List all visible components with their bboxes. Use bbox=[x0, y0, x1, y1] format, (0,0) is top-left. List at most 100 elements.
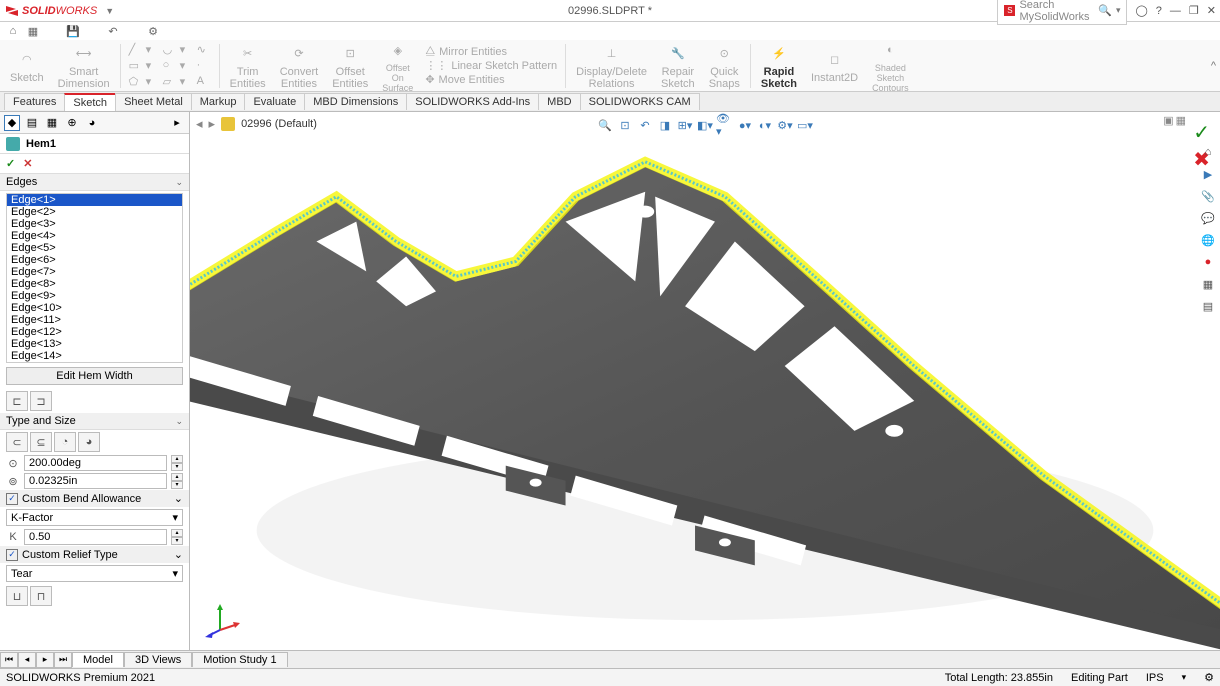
restore-icon[interactable]: ❐ bbox=[1189, 4, 1199, 17]
quick-snaps-button[interactable]: ⊙Quick Snaps bbox=[703, 41, 746, 90]
kfactor-down[interactable]: ▾ bbox=[171, 537, 183, 545]
kfactor-up[interactable]: ▴ bbox=[171, 529, 183, 537]
type-size-section[interactable]: Type and Size⌄ bbox=[0, 413, 189, 430]
tab-cam[interactable]: SOLIDWORKS CAM bbox=[580, 93, 700, 110]
offset-surface-button[interactable]: ◈Offset On Surface bbox=[376, 38, 419, 93]
line-icon[interactable]: ╱ bbox=[129, 43, 143, 56]
display-delete-button[interactable]: ⊥Display/Delete Relations bbox=[570, 41, 653, 90]
radius-up[interactable]: ▴ bbox=[171, 473, 183, 481]
pm-tab-dimxpert-icon[interactable]: ⊕ bbox=[64, 115, 80, 131]
edit-hem-width-button[interactable]: Edit Hem Width bbox=[6, 367, 183, 385]
bottom-tab-3dviews[interactable]: 3D Views bbox=[124, 652, 192, 667]
pm-tab-display-icon[interactable]: ◕ bbox=[84, 115, 100, 131]
search-input[interactable]: S Search MySolidWorks 🔍 ▾ bbox=[997, 0, 1127, 25]
coordinate-triad[interactable] bbox=[204, 602, 240, 638]
shaded-contours-button[interactable]: ◐Shaded Sketch Contours bbox=[866, 38, 915, 93]
prev-sheet-icon[interactable]: ◂ bbox=[18, 652, 36, 668]
edge-item[interactable]: Edge<8> bbox=[7, 278, 182, 290]
angle-down[interactable]: ▾ bbox=[171, 463, 183, 471]
relief-type-select[interactable]: Tear▾ bbox=[6, 565, 183, 582]
relief-rip-icon[interactable]: ⊔ bbox=[6, 586, 28, 606]
user-icon[interactable]: ◯ bbox=[1135, 4, 1147, 17]
repair-button[interactable]: 🔧Repair Sketch bbox=[655, 41, 701, 90]
status-units[interactable]: IPS bbox=[1146, 672, 1164, 684]
pm-tab-prop-icon[interactable]: ▦ bbox=[44, 115, 60, 131]
edge-item[interactable]: Edge<4> bbox=[7, 230, 182, 242]
edge-item[interactable]: Edge<13> bbox=[7, 338, 182, 350]
status-units-dd-icon[interactable]: ▾ bbox=[1182, 672, 1187, 683]
next-sheet-icon[interactable]: ▸ bbox=[36, 652, 54, 668]
options-icon[interactable]: ⚙ bbox=[146, 24, 160, 38]
hem-type-open-icon[interactable]: ⊆ bbox=[30, 432, 52, 452]
edge-item[interactable]: Edge<12> bbox=[7, 326, 182, 338]
radius-down[interactable]: ▾ bbox=[171, 481, 183, 489]
minimize-icon[interactable]: — bbox=[1170, 5, 1181, 17]
kfactor-input[interactable]: 0.50 bbox=[24, 529, 167, 545]
arc-icon[interactable]: ◡ bbox=[163, 43, 177, 56]
slot-icon[interactable]: ▱ bbox=[163, 75, 177, 88]
offset-button[interactable]: ⊡Offset Entities bbox=[326, 41, 374, 90]
menu-dropdown-icon[interactable]: ▼ bbox=[105, 6, 114, 16]
angle-up[interactable]: ▴ bbox=[171, 455, 183, 463]
rapid-sketch-button[interactable]: ⚡Rapid Sketch bbox=[755, 41, 803, 90]
edge-item[interactable]: Edge<7> bbox=[7, 266, 182, 278]
edge-item[interactable]: Edge<3> bbox=[7, 218, 182, 230]
home-icon[interactable]: ⌂ bbox=[6, 24, 20, 38]
edge-item[interactable]: Edge<14> bbox=[7, 350, 182, 362]
radius-input[interactable]: 0.02325in bbox=[24, 473, 167, 489]
edges-selection-list[interactable]: Edge<1> Edge<2> Edge<3> Edge<4> Edge<5> … bbox=[6, 193, 183, 363]
instant2d-button[interactable]: ◻Instant2D bbox=[805, 47, 864, 84]
status-gear-icon[interactable]: ⚙ bbox=[1204, 671, 1214, 684]
rect-icon[interactable]: ▭ bbox=[129, 59, 143, 72]
edge-item[interactable]: Edge<5> bbox=[7, 242, 182, 254]
edge-item[interactable]: Edge<6> bbox=[7, 254, 182, 266]
search-icon[interactable]: 🔍 bbox=[1098, 4, 1112, 17]
hem-position-material-inside-icon[interactable]: ⊏ bbox=[6, 391, 28, 411]
tab-features[interactable]: Features bbox=[4, 93, 65, 110]
tab-mbd-dimensions[interactable]: MBD Dimensions bbox=[304, 93, 407, 110]
open-icon[interactable] bbox=[46, 24, 60, 38]
cancel-button[interactable]: ✕ bbox=[23, 157, 32, 170]
smart-dimension-button[interactable]: ⟷Smart Dimension bbox=[52, 41, 116, 90]
bend-allowance-select[interactable]: K-Factor▾ bbox=[6, 509, 183, 526]
spline-icon[interactable]: ∿ bbox=[197, 43, 211, 56]
edge-item[interactable]: Edge<1> bbox=[7, 194, 182, 206]
sketch-button[interactable]: ◠Sketch bbox=[4, 47, 50, 84]
edge-item[interactable]: Edge<15> bbox=[7, 362, 182, 363]
undo-icon[interactable]: ↶ bbox=[106, 24, 120, 38]
hem-type-rolled-icon[interactable]: ◕ bbox=[78, 432, 100, 452]
text-icon[interactable]: A bbox=[197, 75, 211, 88]
relief-extend-icon[interactable]: ⊓ bbox=[30, 586, 52, 606]
tab-sketch[interactable]: Sketch bbox=[64, 93, 116, 111]
circle-icon[interactable]: ○ bbox=[163, 59, 177, 72]
new-doc-icon[interactable]: ▦ bbox=[26, 24, 40, 38]
hem-type-tear-icon[interactable]: ◔ bbox=[54, 432, 76, 452]
panel-next-icon[interactable]: ▸ bbox=[169, 115, 185, 131]
tab-markup[interactable]: Markup bbox=[191, 93, 246, 110]
linear-pattern-button[interactable]: ⋮⋮Linear Sketch Pattern bbox=[425, 59, 557, 72]
hem-type-closed-icon[interactable]: ⊂ bbox=[6, 432, 28, 452]
close-icon[interactable]: ✕ bbox=[1207, 4, 1216, 17]
pm-tab-config-icon[interactable]: ▤ bbox=[24, 115, 40, 131]
help-icon[interactable]: ? bbox=[1156, 5, 1162, 17]
3d-viewport[interactable]: ◂ ▸ 02996 (Default) 🔍 ⊡ ↶ ◨ ⊞▾ ◧▾ 👁▾ ●▾ … bbox=[190, 112, 1220, 650]
edges-section[interactable]: Edges⌄ bbox=[0, 174, 189, 191]
move-button[interactable]: ✥Move Entities bbox=[425, 73, 557, 86]
save-icon[interactable]: 💾 bbox=[66, 24, 80, 38]
accept-button[interactable]: ✓ bbox=[6, 157, 15, 170]
edge-item[interactable]: Edge<2> bbox=[7, 206, 182, 218]
mirror-button[interactable]: ⧋Mirror Entities bbox=[425, 45, 557, 58]
custom-bend-allowance-checkbox[interactable]: ✓Custom Bend Allowance⌄ bbox=[0, 490, 189, 507]
convert-button[interactable]: ⟳Convert Entities bbox=[274, 41, 325, 90]
bottom-tab-motion[interactable]: Motion Study 1 bbox=[192, 652, 287, 667]
edge-item[interactable]: Edge<10> bbox=[7, 302, 182, 314]
edge-item[interactable]: Edge<11> bbox=[7, 314, 182, 326]
bottom-tab-model[interactable]: Model bbox=[72, 652, 124, 667]
point-icon[interactable]: · bbox=[197, 59, 211, 72]
rebuild-icon[interactable] bbox=[126, 24, 140, 38]
tab-evaluate[interactable]: Evaluate bbox=[244, 93, 305, 110]
tab-mbd[interactable]: MBD bbox=[538, 93, 580, 110]
angle-input[interactable]: 200.00deg bbox=[24, 455, 167, 471]
edge-item[interactable]: Edge<9> bbox=[7, 290, 182, 302]
custom-relief-type-checkbox[interactable]: ✓Custom Relief Type⌄ bbox=[0, 546, 189, 563]
